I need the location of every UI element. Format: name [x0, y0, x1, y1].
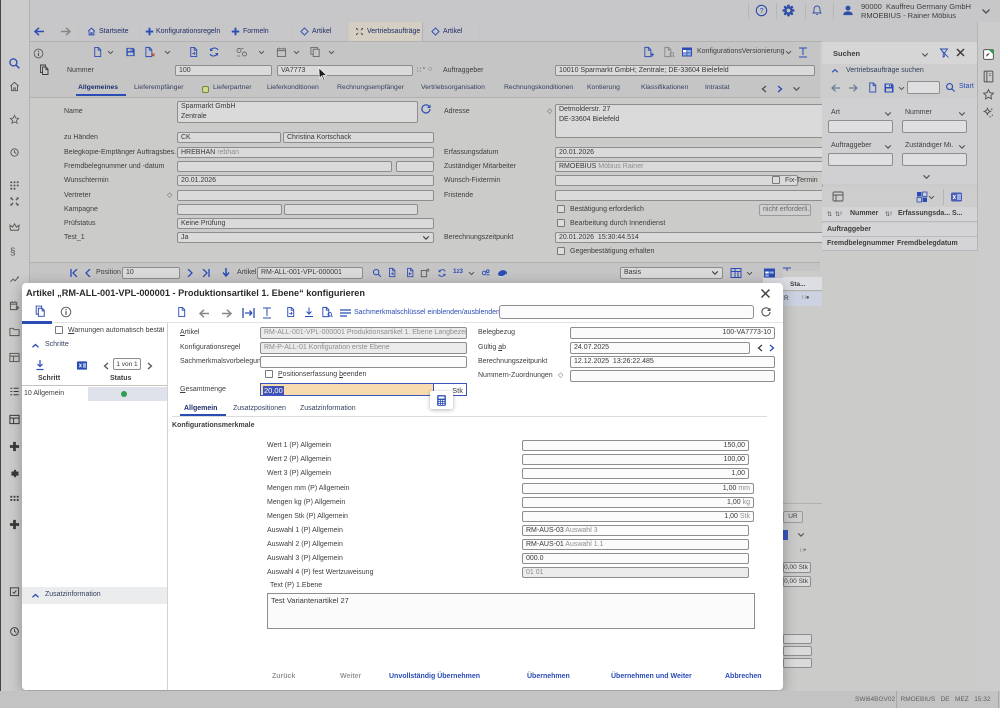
svg-text:?: ? — [759, 6, 763, 15]
